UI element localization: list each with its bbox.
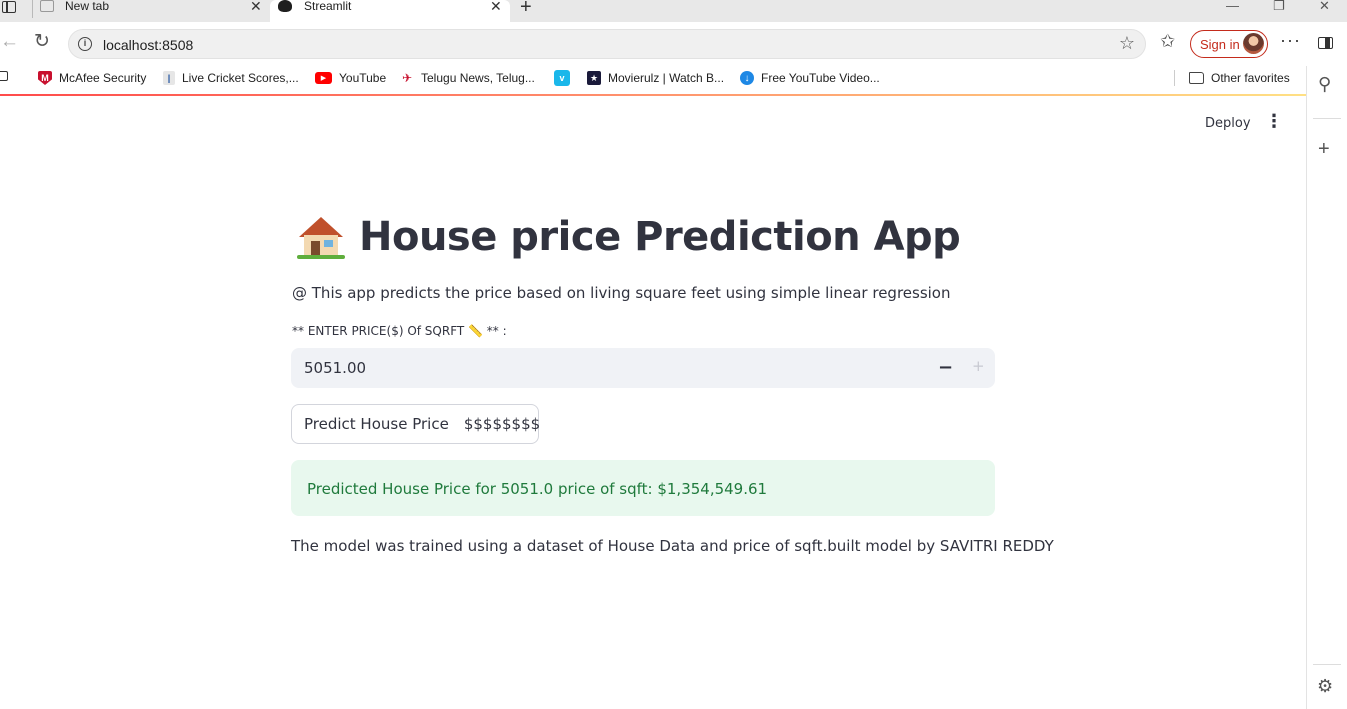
favorites-overflow-icon[interactable] [0,71,8,81]
streamlit-app: Deploy ⋮ House price Prediction App @ Th… [0,96,1306,709]
favorite-item[interactable]: ↓ Free YouTube Video... [740,70,880,86]
tab-streamlit[interactable]: Streamlit ✕ [270,0,510,22]
predict-button-label: Predict House Price [304,415,449,433]
news-icon: ✈ [400,71,414,85]
favorite-item[interactable]: | Live Cricket Scores,... [163,70,299,86]
other-favorites[interactable]: Other favorites [1189,70,1290,86]
sqft-price-value[interactable]: 5051.00 [304,359,366,377]
new-tab-button[interactable]: + [520,0,532,17]
movie-icon: ★ [587,71,601,85]
prediction-result-text: Predicted House Price for 5051.0 price o… [307,480,768,498]
site-info-icon[interactable]: i [78,37,92,51]
favorite-item[interactable]: v [554,70,570,86]
decrement-button[interactable]: − [938,357,953,378]
predict-button[interactable]: Predict House Price $$$$$$$$ [291,404,541,444]
predict-button-dollars: $$$$$$$$ [463,415,541,433]
minimize-icon[interactable]: — [1226,0,1239,13]
close-window-icon[interactable]: ✕ [1319,0,1330,14]
favorites-separator [1174,70,1175,86]
sidebar-toggle-icon[interactable] [1318,37,1333,49]
browser-toolbar: ← ↻ i localhost:8508 ☆ ✩ Sign in ··· [0,22,1347,66]
tab-strip: New tab ✕ Streamlit ✕ + — ❐ ✕ [0,0,1347,22]
favorite-label: YouTube [339,71,387,85]
app-description: @ This app predicts the price based on l… [292,284,951,302]
more-options-icon[interactable]: ··· [1280,30,1301,51]
favorites-icon[interactable]: ✩ [1160,31,1175,52]
url-text[interactable]: localhost:8508 [103,37,193,53]
tab-new-tab[interactable]: New tab ✕ [34,0,270,22]
address-bar[interactable]: i localhost:8508 ☆ [68,29,1146,59]
tab-title: New tab [65,0,110,13]
tab-divider [32,0,33,18]
back-icon[interactable]: ← [0,32,19,52]
download-icon: ↓ [740,71,754,85]
favorite-label: Movierulz | Watch B... [608,71,725,85]
page-title: House price Prediction App [297,212,961,262]
sqft-price-input[interactable]: 5051.00 − + [291,348,995,388]
folder-icon [1189,72,1204,84]
sign-in-label: Sign in [1200,37,1240,52]
model-credit-text: The model was trained using a dataset of… [291,537,1054,555]
new-tab-page-icon [40,0,54,12]
favorite-item[interactable]: ✈ Telugu News, Telug... [400,70,535,86]
cricket-icon: | [163,71,175,85]
restore-icon[interactable]: ❐ [1273,0,1285,14]
refresh-icon[interactable]: ↻ [34,32,50,52]
streamlit-logo-icon [278,0,292,12]
favorite-item[interactable]: ★ Movierulz | Watch B... [587,70,724,86]
mcafee-shield-icon: M [38,71,52,85]
favorite-label: Live Cricket Scores,... [182,71,299,85]
search-icon[interactable]: ⚲ [1318,74,1331,95]
avatar [1243,33,1264,54]
favorite-item[interactable]: M McAfee Security [38,70,146,86]
prediction-result: Predicted House Price for 5051.0 price o… [291,460,995,516]
add-icon[interactable]: + [1318,138,1330,161]
favorites-bar: M McAfee Security | Live Cricket Scores,… [0,66,1306,92]
house-icon [297,215,345,259]
tab-actions-icon[interactable] [2,1,16,13]
close-icon[interactable]: ✕ [250,0,262,13]
other-favorites-label: Other favorites [1211,71,1290,85]
favorite-label: Telugu News, Telug... [421,71,535,85]
sidebar-divider [1313,664,1341,665]
favorite-label: McAfee Security [59,71,147,85]
deploy-button[interactable]: Deploy [1205,116,1251,131]
sidebar-divider [1313,118,1341,119]
favorite-label: Free YouTube Video... [761,71,880,85]
tab-title: Streamlit [304,0,352,13]
add-favorite-star-icon[interactable]: ☆ [1119,33,1135,54]
close-icon[interactable]: ✕ [490,0,502,13]
increment-button[interactable]: + [972,357,985,375]
app-title: House price Prediction App [359,214,961,260]
favorite-item[interactable]: ▶ YouTube [315,70,386,86]
sign-in-button[interactable]: Sign in [1190,30,1268,58]
edge-sidebar: ⚲ + [1306,66,1347,709]
vimeo-icon: v [554,70,570,86]
youtube-icon: ▶ [315,72,332,84]
main-menu-icon[interactable]: ⋮ [1265,111,1283,132]
price-input-label: ** ENTER PRICE($) Of SQRFT 📏 ** : [292,324,507,338]
settings-gear-icon[interactable]: ⚙ [1317,676,1333,697]
